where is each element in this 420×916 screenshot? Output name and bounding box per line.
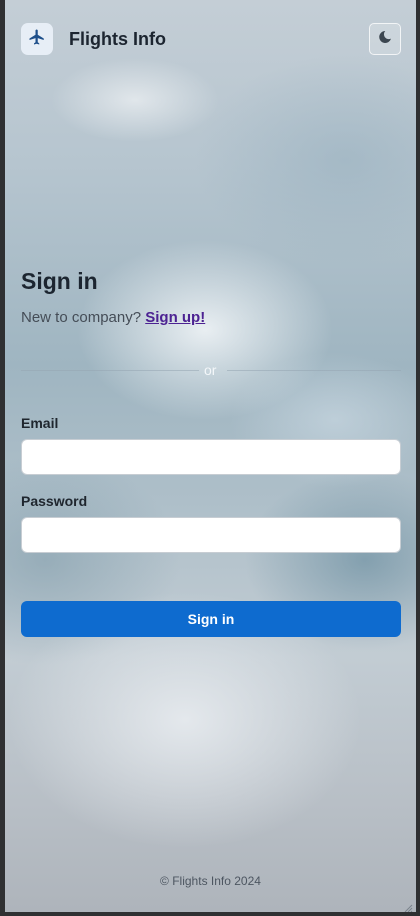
- moon-icon: [376, 28, 394, 51]
- resize-grip-icon[interactable]: [403, 900, 413, 912]
- footer-copyright: © Flights Info 2024: [160, 874, 261, 888]
- window: Flights Info Sign in New to company? Sig…: [0, 0, 420, 916]
- app-title: Flights Info: [69, 29, 166, 49]
- signup-link[interactable]: Sign up!: [145, 309, 205, 326]
- email-field[interactable]: [21, 439, 401, 475]
- signup-prompt: New to company? Sign up!: [21, 309, 205, 326]
- divider-text: or: [204, 362, 217, 378]
- divider-line-right: [227, 370, 401, 371]
- theme-toggle-button[interactable]: [369, 23, 401, 55]
- password-field[interactable]: [21, 517, 401, 553]
- airplane-icon: [28, 28, 46, 51]
- or-divider: or: [21, 362, 401, 380]
- app-viewport: Flights Info Sign in New to company? Sig…: [5, 0, 416, 912]
- divider-line-left: [21, 370, 199, 371]
- logo: [21, 23, 53, 55]
- email-label: Email: [21, 415, 59, 431]
- sign-in-button[interactable]: Sign in: [21, 601, 401, 637]
- signup-prompt-text: New to company?: [21, 309, 142, 326]
- password-label: Password: [21, 493, 88, 509]
- header: Flights Info: [21, 23, 401, 56]
- page-title: Sign in: [21, 268, 98, 294]
